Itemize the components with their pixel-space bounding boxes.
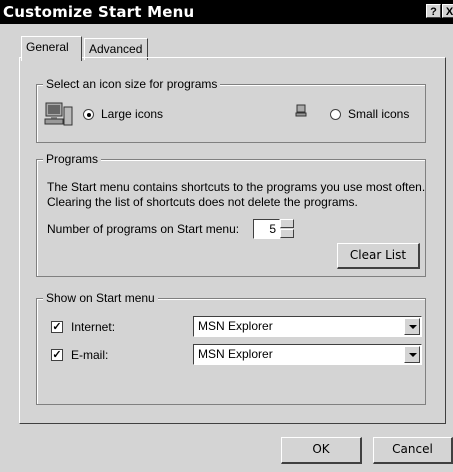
programs-description-line2: Clearing the list of shortcuts does not … (47, 195, 358, 209)
help-button[interactable]: ? (426, 4, 441, 18)
spin-down-button[interactable] (280, 229, 294, 238)
programs-description-line1: The Start menu contains shortcuts to the… (47, 180, 426, 194)
large-computer-icon (44, 102, 73, 126)
ok-button[interactable]: OK (281, 437, 362, 464)
clear-list-button[interactable]: Clear List (337, 243, 420, 269)
show-on-start-legend: Show on Start menu (43, 291, 158, 305)
internet-label: Internet: (71, 320, 116, 334)
close-button[interactable]: X (442, 4, 453, 18)
programs-group: Programs The Start menu contains shortcu… (36, 152, 426, 277)
show-on-start-group: Show on Start menu ✓ Internet: MSN Explo… (36, 291, 426, 405)
small-computer-icon (295, 104, 307, 117)
email-label: E-mail: (71, 348, 109, 362)
email-program-value: MSN Explorer (198, 347, 273, 361)
internet-program-select[interactable]: MSN Explorer (193, 316, 422, 337)
small-icons-label: Small icons (348, 107, 410, 121)
internet-program-value: MSN Explorer (198, 319, 273, 333)
email-dropdown-arrow[interactable] (404, 346, 420, 363)
email-checkbox[interactable]: ✓ (51, 349, 63, 361)
large-icons-label: Large icons (101, 107, 164, 121)
program-count-value: 5 (269, 222, 276, 236)
programs-legend: Programs (43, 152, 102, 166)
window-title: Customize Start Menu (3, 3, 195, 21)
internet-checkbox[interactable]: ✓ (51, 321, 63, 333)
large-icons-radio[interactable] (83, 109, 94, 120)
title-bar[interactable]: Customize Start Menu ? X (0, 0, 453, 24)
email-program-select[interactable]: MSN Explorer (193, 344, 422, 365)
tab-advanced-label: Advanced (89, 42, 143, 56)
spin-up-button[interactable] (280, 219, 294, 228)
cancel-button[interactable]: Cancel (373, 437, 453, 464)
internet-dropdown-arrow[interactable] (404, 318, 420, 335)
small-icons-radio[interactable] (330, 109, 341, 120)
tab-panel-general: Select an icon size for programs Large i… (19, 57, 446, 424)
program-count-label: Number of programs on Start menu: (47, 222, 240, 236)
icon-size-group: Select an icon size for programs Large i… (36, 77, 426, 143)
program-count-input[interactable]: 5 (253, 219, 280, 239)
tab-general[interactable]: General (21, 36, 82, 61)
tab-general-label: General (26, 40, 69, 54)
icon-size-legend: Select an icon size for programs (43, 77, 221, 91)
